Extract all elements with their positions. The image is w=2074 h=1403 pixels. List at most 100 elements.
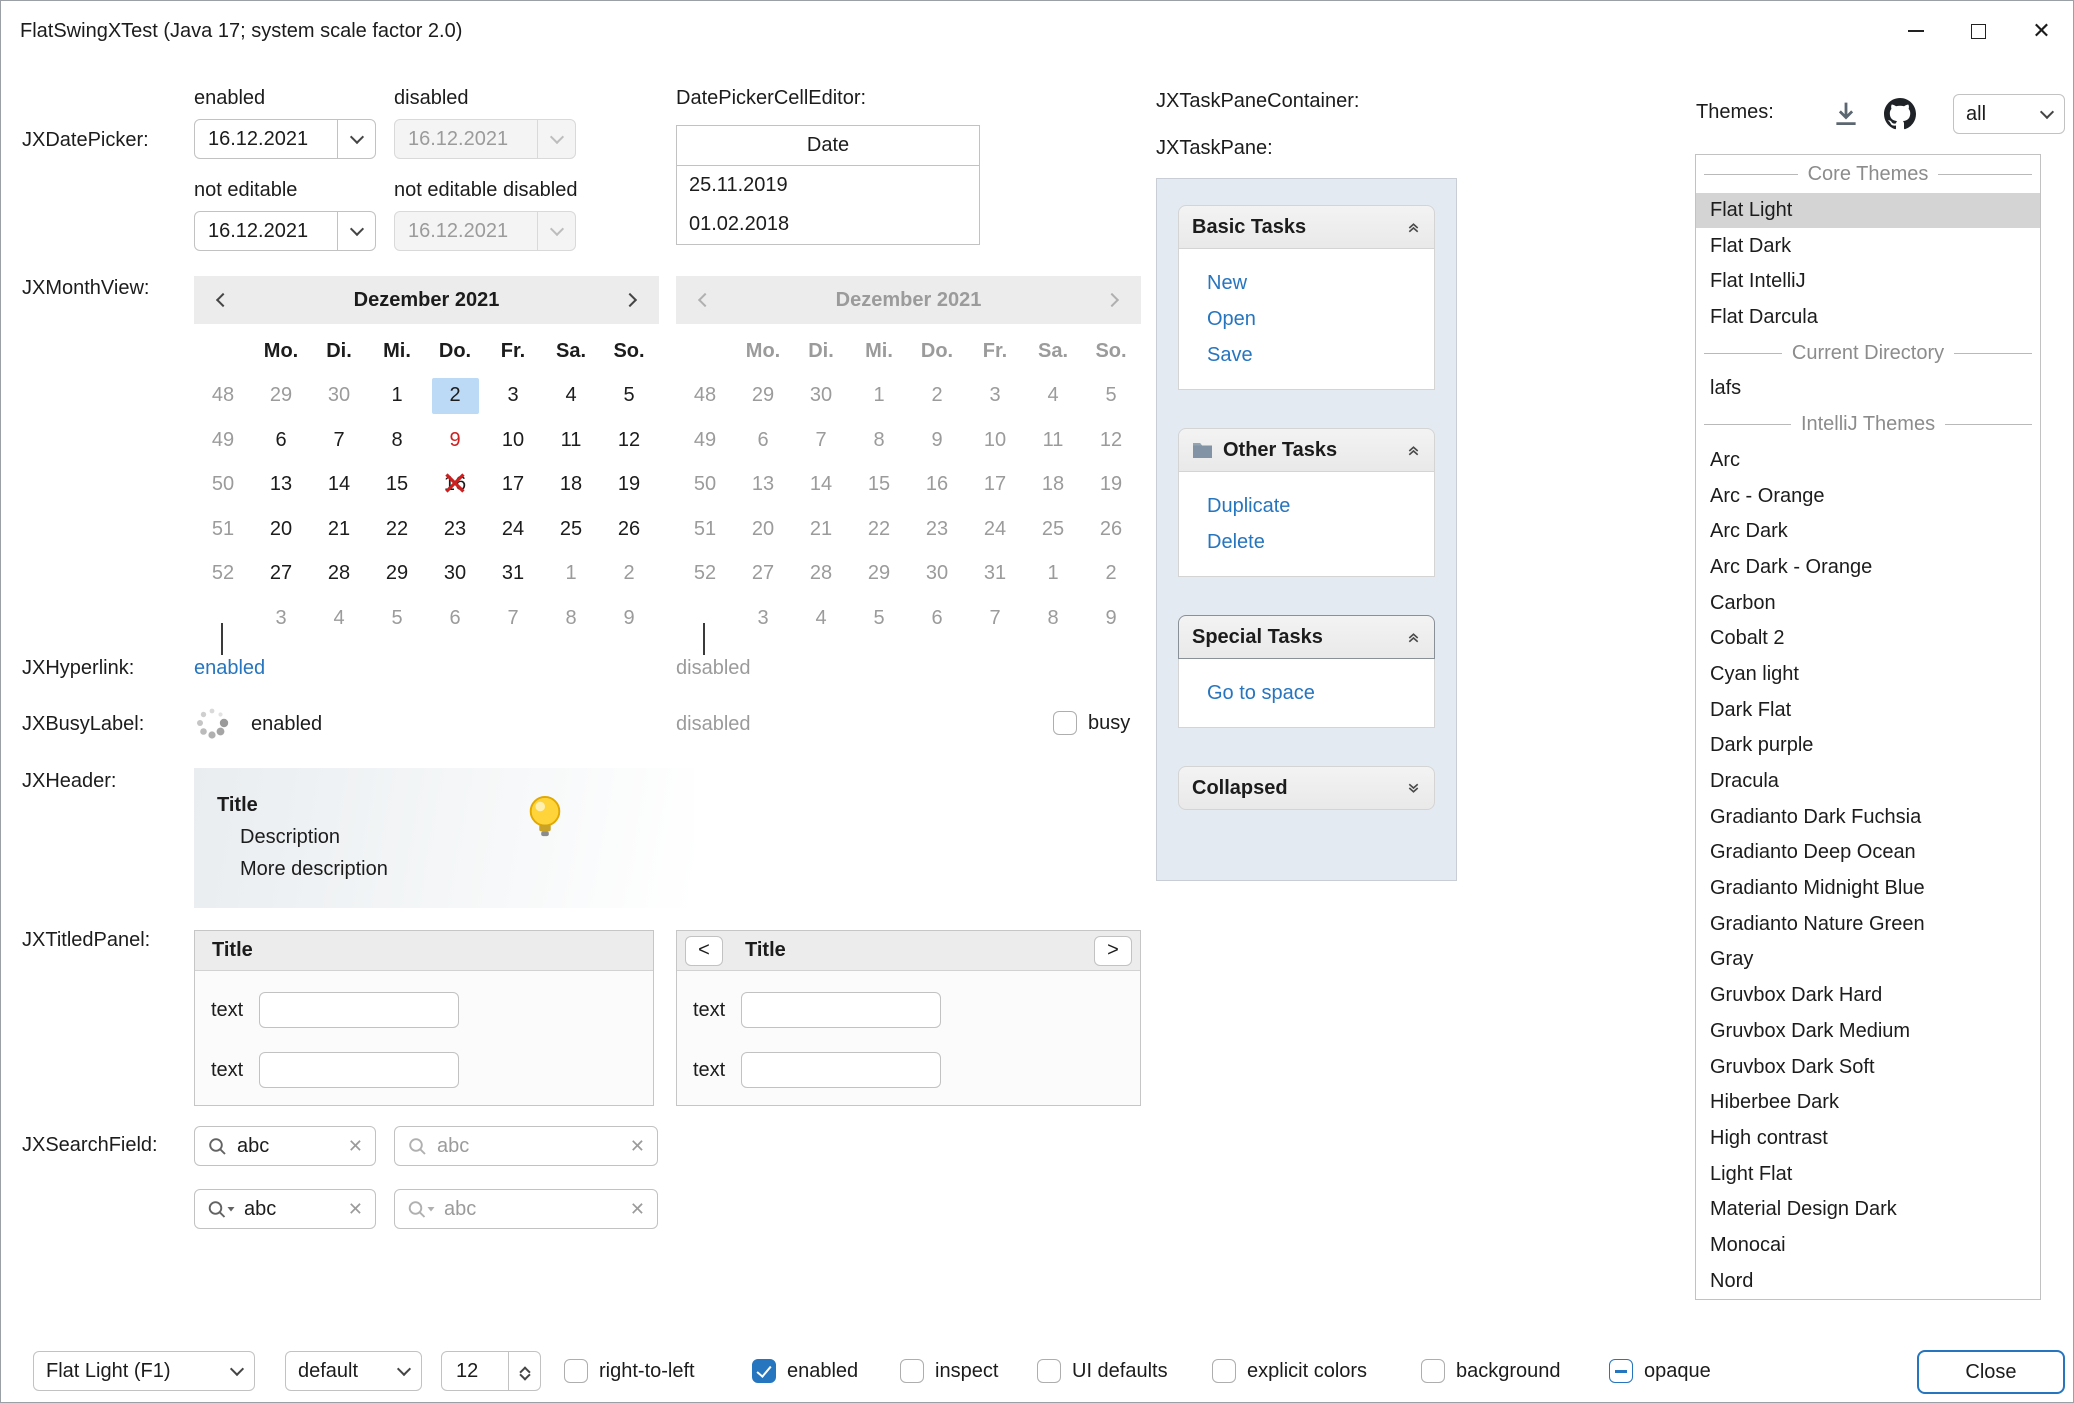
- next-month-button[interactable]: [601, 295, 659, 305]
- theme-item-gradianto-deep-ocean[interactable]: Gradianto Deep Ocean: [1696, 835, 2040, 871]
- busy-checkbox[interactable]: busy: [1053, 711, 1130, 735]
- theme-item-monocai[interactable]: Monocai: [1696, 1228, 2040, 1264]
- theme-item-cobalt-2[interactable]: Cobalt 2: [1696, 621, 2040, 657]
- taskpane-header-collapsed[interactable]: Collapsed: [1178, 766, 1435, 810]
- theme-item-gruvbox-dark-hard[interactable]: Gruvbox Dark Hard: [1696, 978, 2040, 1014]
- calendar-day[interactable]: 19: [606, 467, 653, 503]
- calendar-day[interactable]: 17: [490, 467, 537, 503]
- checkbox-enabled[interactable]: enabled: [752, 1359, 858, 1383]
- calendar-day[interactable]: 10: [490, 422, 537, 458]
- calendar-day[interactable]: 15: [374, 467, 421, 503]
- laf-combo[interactable]: Flat Light (F1): [33, 1351, 255, 1391]
- calendar-day[interactable]: 6: [432, 600, 479, 636]
- theme-item-gruvbox-dark-medium[interactable]: Gruvbox Dark Medium: [1696, 1014, 2040, 1050]
- calendar-day[interactable]: 5: [374, 600, 421, 636]
- theme-item-arc-dark[interactable]: Arc Dark: [1696, 514, 2040, 550]
- theme-item-dracula[interactable]: Dracula: [1696, 764, 2040, 800]
- calendar-day[interactable]: 25: [548, 511, 595, 547]
- theme-item-carbon[interactable]: Carbon: [1696, 585, 2040, 621]
- datepicker-dropdown-button[interactable]: [337, 120, 375, 158]
- calendar-day[interactable]: 4: [316, 600, 363, 636]
- theme-item-nord[interactable]: Nord: [1696, 1263, 2040, 1299]
- task-link-go-to-space[interactable]: Go to space: [1179, 675, 1434, 711]
- calendar-day[interactable]: 20: [258, 511, 305, 547]
- table-header-date[interactable]: Date: [677, 126, 979, 166]
- themes-filter-combo[interactable]: all: [1953, 94, 2065, 134]
- calendar-day[interactable]: 1: [548, 556, 595, 592]
- calendar-day[interactable]: 21: [316, 511, 363, 547]
- theme-item-arc[interactable]: Arc: [1696, 443, 2040, 479]
- calendar-day[interactable]: 3: [258, 600, 305, 636]
- calendar-day[interactable]: 26: [606, 511, 653, 547]
- theme-item-arc-dark-orange[interactable]: Arc Dark - Orange: [1696, 550, 2040, 586]
- download-button[interactable]: [1827, 95, 1865, 133]
- theme-item-arc-orange[interactable]: Arc - Orange: [1696, 478, 2040, 514]
- checkbox-background[interactable]: background: [1421, 1359, 1561, 1383]
- style-combo[interactable]: default: [285, 1351, 422, 1391]
- taskpane-header-other-tasks[interactable]: Other Tasks: [1178, 428, 1435, 472]
- calendar-day[interactable]: 16: [432, 467, 479, 503]
- panel-left-button[interactable]: <: [685, 936, 723, 966]
- date-cell[interactable]: 01.02.2018: [677, 205, 979, 244]
- theme-item-cyan-light[interactable]: Cyan light: [1696, 657, 2040, 693]
- theme-item-lafs[interactable]: lafs: [1696, 371, 2040, 407]
- checkbox-opaque[interactable]: opaque: [1609, 1359, 1711, 1383]
- search-field-1[interactable]: abc✕: [194, 1126, 376, 1166]
- theme-item-flat-light[interactable]: Flat Light: [1696, 193, 2040, 229]
- prev-month-button[interactable]: [194, 295, 252, 305]
- calendar-day[interactable]: 24: [490, 511, 537, 547]
- theme-item-gray[interactable]: Gray: [1696, 942, 2040, 978]
- text-input[interactable]: [259, 992, 459, 1028]
- checkbox-right-to-left[interactable]: right-to-left: [564, 1359, 695, 1383]
- calendar-day[interactable]: 22: [374, 511, 421, 547]
- calendar-day[interactable]: 2: [432, 378, 479, 414]
- theme-item-flat-darcula[interactable]: Flat Darcula: [1696, 300, 2040, 336]
- calendar-day[interactable]: 9: [432, 422, 479, 458]
- text-input[interactable]: [741, 1052, 941, 1088]
- task-link-open[interactable]: Open: [1179, 301, 1434, 337]
- clear-icon[interactable]: ✕: [348, 1136, 363, 1157]
- calendar-day[interactable]: 29: [374, 556, 421, 592]
- maximize-button[interactable]: [1947, 1, 2010, 61]
- calendar-day[interactable]: 9: [606, 600, 653, 636]
- clear-icon[interactable]: ✕: [348, 1199, 363, 1220]
- task-link-duplicate[interactable]: Duplicate: [1179, 488, 1434, 524]
- calendar-day[interactable]: 13: [258, 467, 305, 503]
- datepicker-enabled[interactable]: 16.12.2021: [194, 119, 376, 159]
- calendar-day[interactable]: 30: [316, 378, 363, 414]
- theme-item-gradianto-dark-fuchsia[interactable]: Gradianto Dark Fuchsia: [1696, 799, 2040, 835]
- theme-item-gruvbox-dark-soft[interactable]: Gruvbox Dark Soft: [1696, 1049, 2040, 1085]
- calendar-day[interactable]: 14: [316, 467, 363, 503]
- panel-right-button[interactable]: >: [1094, 936, 1132, 966]
- calendar-day[interactable]: 18: [548, 467, 595, 503]
- task-link-new[interactable]: New: [1179, 265, 1434, 301]
- theme-item-flat-dark[interactable]: Flat Dark: [1696, 228, 2040, 264]
- calendar-day[interactable]: 31: [490, 556, 537, 592]
- calendar-day[interactable]: 23: [432, 511, 479, 547]
- font-size-spinner[interactable]: 12: [441, 1351, 541, 1391]
- theme-item-gradianto-nature-green[interactable]: Gradianto Nature Green: [1696, 906, 2040, 942]
- calendar-day[interactable]: 12: [606, 422, 653, 458]
- calendar-day[interactable]: 11: [548, 422, 595, 458]
- calendar-day[interactable]: 8: [374, 422, 421, 458]
- text-input[interactable]: [259, 1052, 459, 1088]
- datepicker-dropdown-button[interactable]: [337, 212, 375, 250]
- checkbox-inspect[interactable]: inspect: [900, 1359, 998, 1383]
- calendar-day[interactable]: 7: [316, 422, 363, 458]
- hyperlink-enabled[interactable]: enabled: [194, 657, 265, 680]
- calendar-day[interactable]: 8: [548, 600, 595, 636]
- task-link-save[interactable]: Save: [1179, 337, 1434, 373]
- calendar-day[interactable]: 5: [606, 378, 653, 414]
- github-button[interactable]: [1881, 95, 1919, 133]
- theme-item-gradianto-midnight-blue[interactable]: Gradianto Midnight Blue: [1696, 871, 2040, 907]
- task-link-delete[interactable]: Delete: [1179, 524, 1434, 560]
- theme-item-dark-flat[interactable]: Dark Flat: [1696, 692, 2040, 728]
- calendar-day[interactable]: 29: [258, 378, 305, 414]
- taskpane-header-basic-tasks[interactable]: Basic Tasks: [1178, 205, 1435, 249]
- calendar-day[interactable]: 28: [316, 556, 363, 592]
- datepicker-not-editable[interactable]: 16.12.2021: [194, 211, 376, 251]
- window-close-button[interactable]: ✕: [2010, 1, 2073, 61]
- search-field-3[interactable]: abc✕: [194, 1189, 376, 1229]
- theme-item-hiberbee-dark[interactable]: Hiberbee Dark: [1696, 1085, 2040, 1121]
- taskpane-header-special-tasks[interactable]: Special Tasks: [1178, 615, 1435, 659]
